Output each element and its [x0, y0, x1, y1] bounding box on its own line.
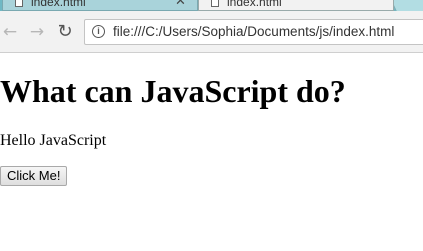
tab-strip: index.html ✕ index.html [0, 0, 423, 11]
tab-index-inactive[interactable]: index.html ✕ [2, 0, 198, 11]
url-text[interactable]: file:///C:/Users/Sophia/Documents/js/ind… [113, 24, 394, 39]
address-bar[interactable]: i file:///C:/Users/Sophia/Documents/js/i… [84, 19, 423, 45]
page-icon [15, 0, 23, 7]
forward-icon[interactable]: → [27, 22, 47, 42]
back-icon[interactable]: ← [0, 22, 20, 42]
info-icon[interactable]: i [92, 25, 105, 38]
close-icon[interactable]: ✕ [175, 0, 186, 9]
browser-toolbar: ← → ↻ i file:///C:/Users/Sophia/Document… [0, 11, 423, 53]
tab-index-active[interactable]: index.html [198, 0, 394, 11]
reload-icon[interactable]: ↻ [55, 22, 75, 42]
click-me-button[interactable]: Click Me! [0, 166, 68, 186]
page-heading: What can JavaScript do? [0, 73, 346, 109]
tab-title: index.html [227, 0, 282, 9]
tab-title: index.html [31, 0, 86, 9]
page-icon [211, 0, 219, 7]
demo-paragraph: Hello JavaScript [0, 132, 107, 149]
